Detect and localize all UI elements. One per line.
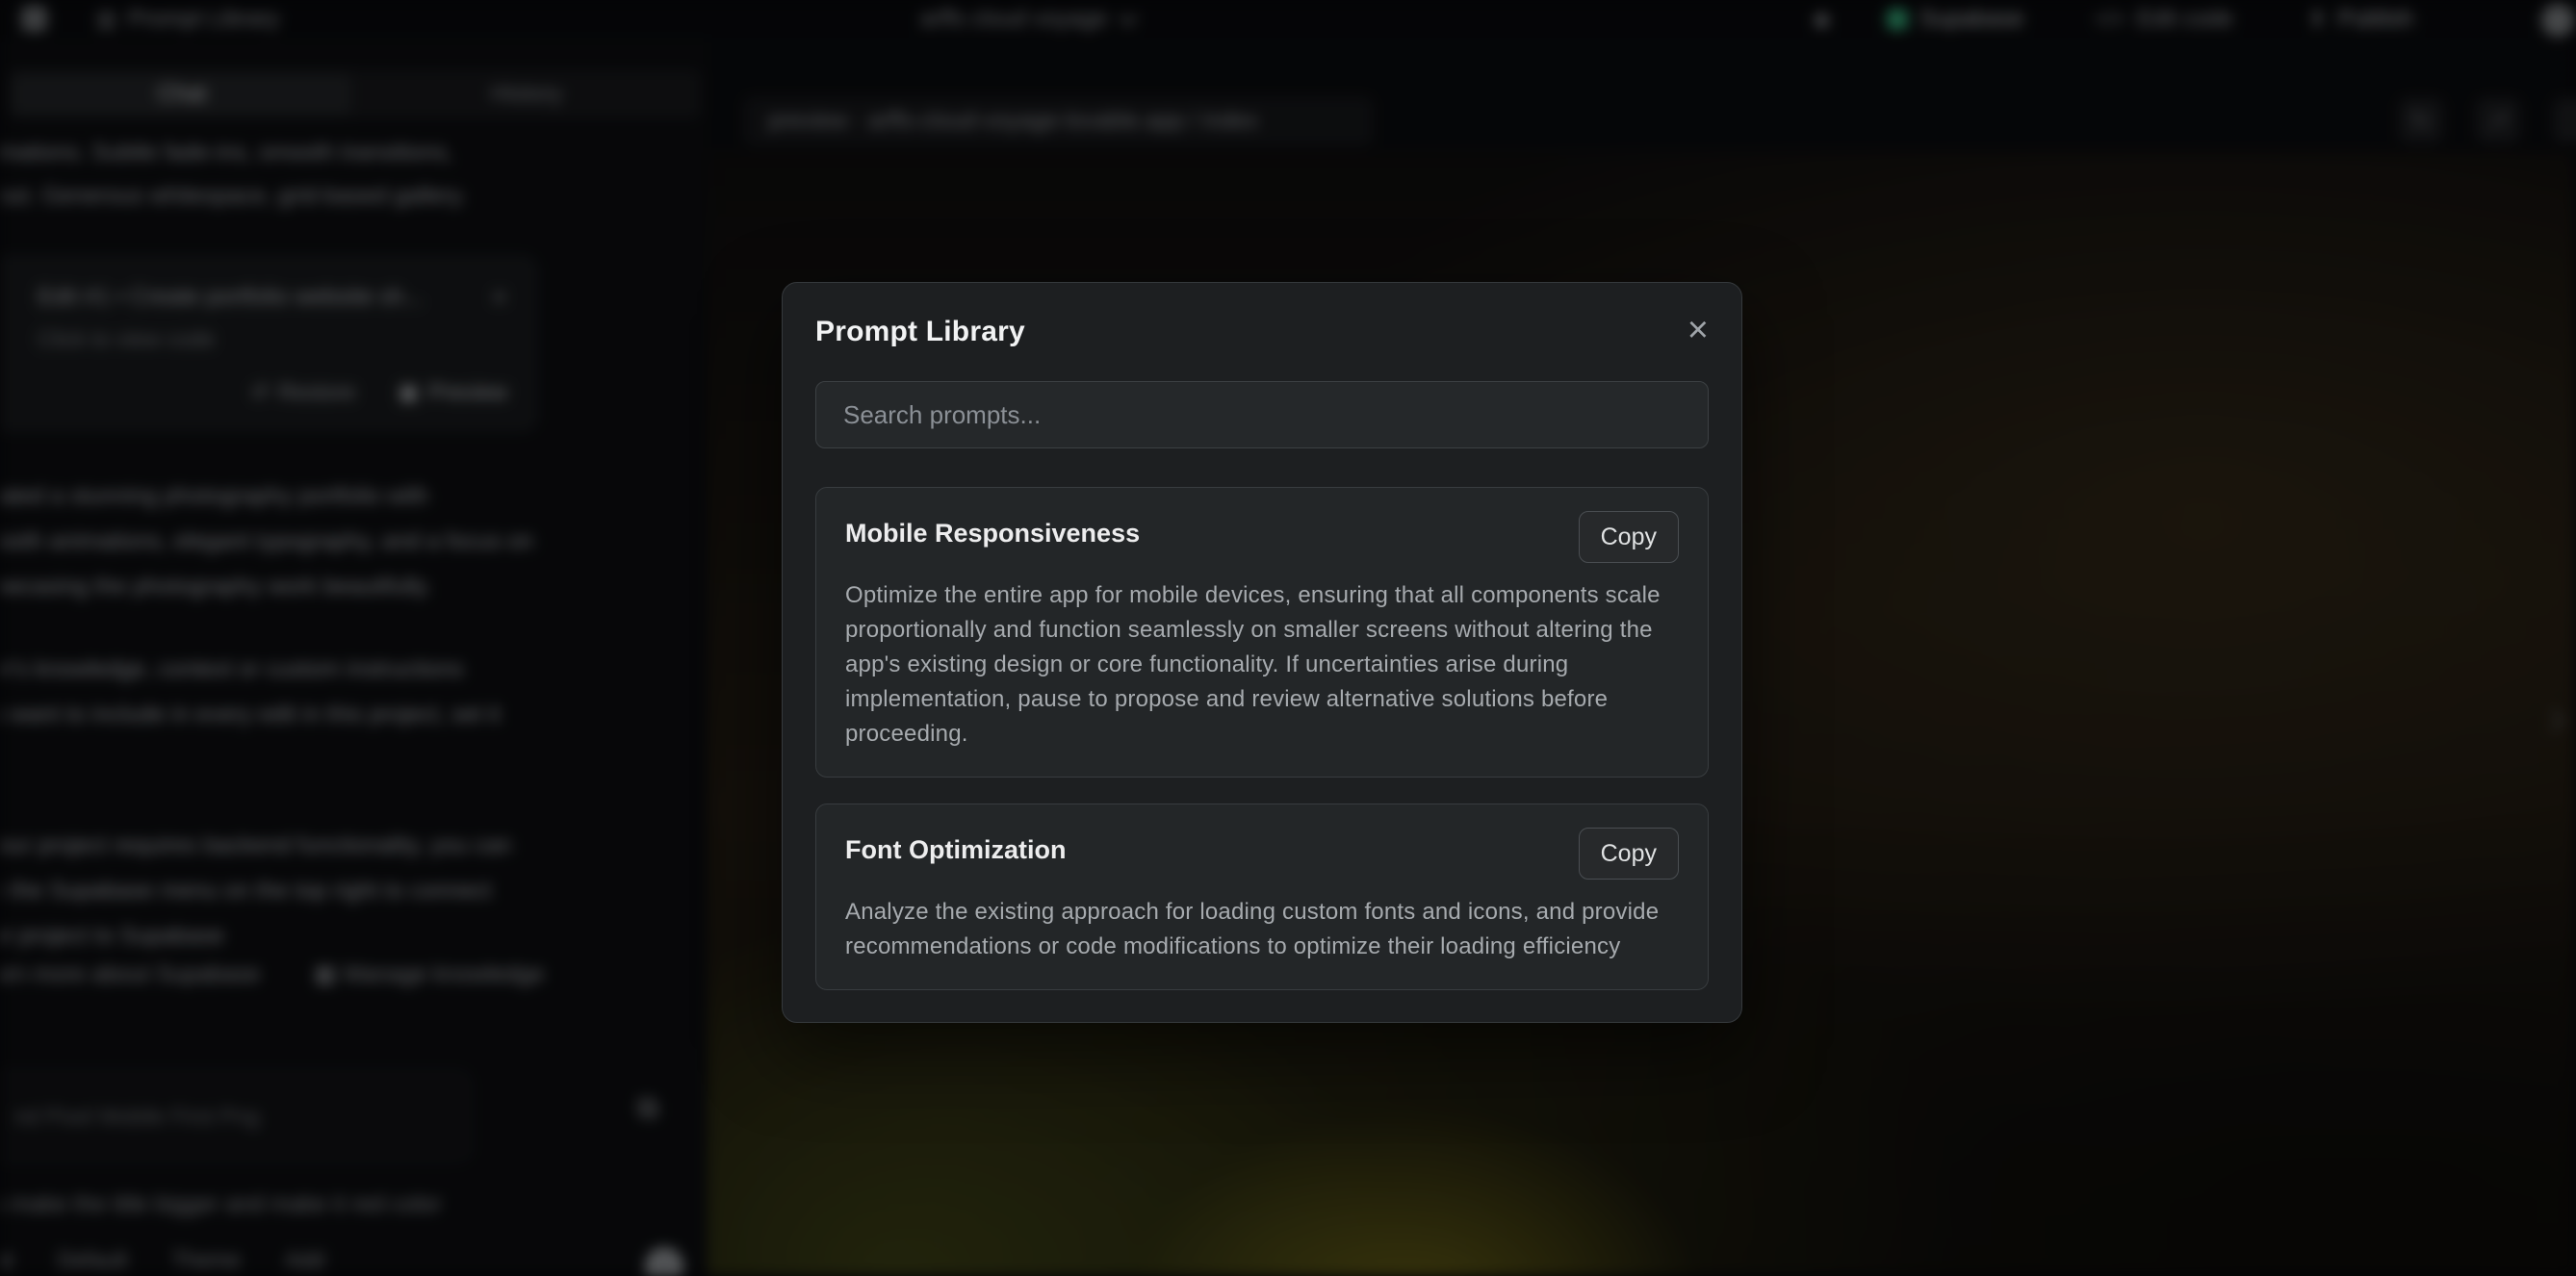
modal-title: Prompt Library [815, 316, 1687, 348]
search-prompts-input[interactable] [815, 381, 1709, 448]
prompt-card-font-optimization: Font Optimization Copy Analyze the exist… [815, 804, 1709, 990]
prompt-list: Mobile Responsiveness Copy Optimize the … [815, 487, 1709, 993]
screen: ▥ Prompt Library arffs cloud voyage ◆ Su… [0, 0, 2576, 1276]
copy-button[interactable]: Copy [1579, 511, 1679, 563]
prompt-body: Analyze the existing approach for loadin… [845, 895, 1679, 964]
prompt-card-mobile-responsiveness: Mobile Responsiveness Copy Optimize the … [815, 487, 1709, 778]
copy-button[interactable]: Copy [1579, 828, 1679, 880]
prompt-library-modal: Prompt Library × Mobile Responsiveness C… [782, 282, 1742, 1023]
prompt-title: Mobile Responsiveness [845, 511, 1579, 549]
close-icon: × [1687, 310, 1709, 350]
prompt-title: Font Optimization [845, 828, 1579, 865]
modal-close-button[interactable]: × [1687, 316, 1709, 345]
prompt-body: Optimize the entire app for mobile devic… [845, 578, 1679, 752]
